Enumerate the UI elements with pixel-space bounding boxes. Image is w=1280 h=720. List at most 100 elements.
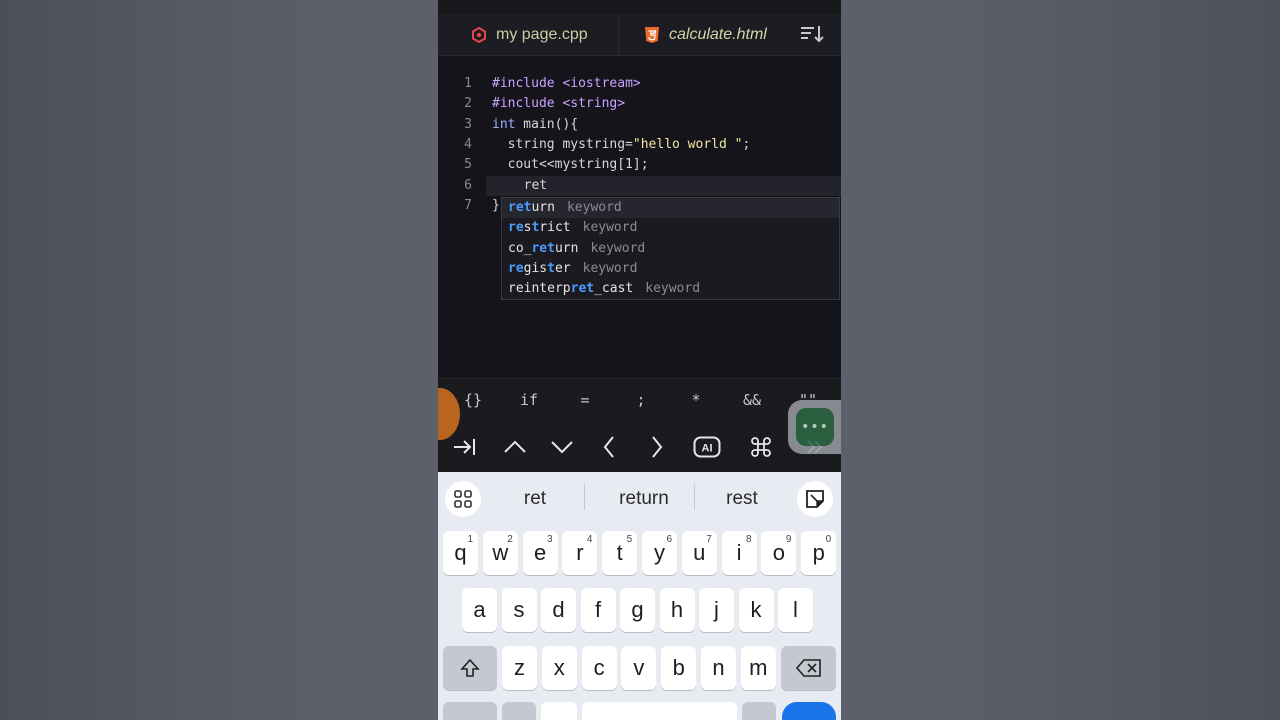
backspace-key[interactable] — [781, 646, 836, 690]
symbol-key[interactable]: * — [676, 391, 716, 409]
divider — [694, 484, 695, 510]
key-j[interactable]: j — [699, 588, 734, 632]
code-text: } — [492, 196, 500, 216]
sticker-icon[interactable] — [797, 481, 833, 517]
symbol-key[interactable]: && — [732, 391, 772, 409]
code-text: ret — [508, 176, 548, 196]
shift-key[interactable] — [443, 646, 497, 690]
key-g[interactable]: g — [620, 588, 655, 632]
line-number: 3 — [464, 116, 472, 132]
sort-icon[interactable] — [798, 22, 826, 46]
symbol-key[interactable]: if — [509, 391, 549, 409]
keyboard-suggestion[interactable]: ret — [498, 488, 572, 510]
code-line[interactable]: 1 #include <iostream> — [438, 74, 841, 94]
code-token: ; — [742, 136, 751, 152]
symbol-key[interactable]: = — [565, 391, 605, 409]
emoji-key[interactable] — [541, 702, 577, 720]
key-s[interactable]: s — [501, 588, 537, 632]
command-icon[interactable] — [746, 434, 776, 460]
key-u[interactable]: u7 — [681, 531, 717, 575]
code-token: #include — [492, 76, 563, 91]
key-k[interactable]: k — [738, 588, 774, 632]
key-x[interactable]: x — [541, 646, 577, 690]
key-w[interactable]: w2 — [482, 531, 518, 575]
code-text: cout<<mystring[1]; — [492, 155, 649, 175]
key-e[interactable]: e3 — [522, 531, 558, 575]
suggestion-kind: keyword — [582, 260, 638, 276]
key-number-hint: 5 — [626, 534, 633, 545]
tab-calculate-html[interactable]: calculate.html — [618, 14, 793, 55]
key-c[interactable]: c — [581, 646, 617, 690]
chevron-down-icon[interactable] — [547, 434, 577, 460]
key-t[interactable]: t5 — [602, 531, 638, 575]
code-line[interactable]: 2 #include <string> — [438, 94, 841, 114]
keyboard-suggestion[interactable]: return — [598, 488, 690, 510]
key-n[interactable]: n — [701, 646, 736, 690]
chat-bubble-button[interactable]: ••• — [788, 400, 841, 454]
code-text: int main(){ — [492, 115, 578, 135]
key-y[interactable]: y6 — [642, 531, 677, 575]
onscreen-keyboard: ret return rest q1w2e3r4t5y6u7i8o9p0 asd… — [438, 472, 841, 720]
key-h[interactable]: h — [659, 588, 695, 632]
autocomplete-item[interactable]: co_return keyword — [502, 239, 839, 259]
chevron-up-icon[interactable] — [500, 434, 530, 460]
suggestion-fragment: re — [508, 220, 524, 236]
apps-grid-icon[interactable] — [445, 481, 481, 517]
autocomplete-item[interactable]: return keyword — [502, 198, 839, 218]
tab-indent-icon[interactable] — [450, 434, 480, 460]
code-token: <string> — [562, 96, 626, 112]
key-f[interactable]: f — [580, 588, 616, 632]
code-line[interactable]: 4 string mystring="hello world "; — [438, 135, 841, 155]
space-key[interactable] — [582, 702, 737, 720]
suggestion-fragment: urn — [554, 240, 579, 256]
key-r[interactable]: r4 — [562, 531, 598, 575]
key-v[interactable]: v — [621, 646, 657, 690]
comma-key[interactable] — [502, 702, 536, 720]
enter-key[interactable] — [782, 702, 836, 720]
code-token: string mystring= — [492, 136, 633, 152]
line-number: 5 — [464, 157, 472, 173]
key-number-hint: 7 — [706, 534, 712, 545]
key-l[interactable]: l — [778, 588, 813, 632]
chevron-left-icon[interactable] — [594, 434, 624, 460]
symbol-key[interactable]: ; — [621, 391, 661, 409]
key-label: y — [654, 540, 665, 565]
code-line[interactable]: 6 ret — [464, 175, 841, 196]
key-label: t — [616, 540, 623, 565]
suggestion-word: return — [508, 200, 555, 215]
key-q[interactable]: q1 — [443, 531, 478, 575]
key-o[interactable]: o9 — [761, 531, 797, 575]
key-b[interactable]: b — [661, 646, 697, 690]
key-number-hint: 0 — [825, 534, 832, 545]
autocomplete-item[interactable]: restrict keyword — [502, 218, 839, 238]
key-p[interactable]: p0 — [801, 531, 837, 575]
symbols-key[interactable] — [443, 702, 497, 720]
divider — [584, 484, 585, 510]
autocomplete-item[interactable]: reinterpret_cast keyword — [502, 279, 839, 299]
phone-screen: my page.cpp calculate.html 1 #include <io… — [438, 0, 841, 720]
code-text: string mystring="hello world "; — [492, 135, 751, 155]
key-label: w — [492, 540, 509, 565]
suggestion-fragment: urn — [531, 200, 555, 215]
code-line[interactable]: 3 int main(){ — [438, 115, 841, 135]
suggestion-word: register — [508, 261, 571, 276]
key-m[interactable]: m — [740, 646, 776, 690]
key-label: o — [772, 540, 786, 565]
tab-my-page-cpp[interactable]: my page.cpp — [446, 14, 616, 55]
key-z[interactable]: z — [502, 646, 537, 690]
key-number-hint: 2 — [507, 534, 513, 545]
period-key[interactable] — [742, 702, 776, 720]
chevron-right-icon[interactable] — [642, 434, 672, 460]
keyboard-suggestion[interactable]: rest — [704, 488, 780, 510]
suggestion-fragment: ret — [508, 200, 532, 215]
key-i[interactable]: i8 — [721, 531, 757, 575]
code-line[interactable]: 5 cout<<mystring[1]; — [438, 155, 841, 175]
editor-tab-bar: my page.cpp calculate.html — [438, 0, 841, 56]
autocomplete-item[interactable]: register keyword — [502, 259, 839, 279]
key-d[interactable]: d — [541, 588, 576, 632]
ai-icon[interactable]: AI — [692, 434, 722, 460]
key-a[interactable]: a — [462, 588, 497, 632]
html5-file-icon — [643, 26, 661, 44]
cpp-file-icon — [470, 26, 488, 44]
suggestion-fragment: gis — [523, 260, 548, 276]
